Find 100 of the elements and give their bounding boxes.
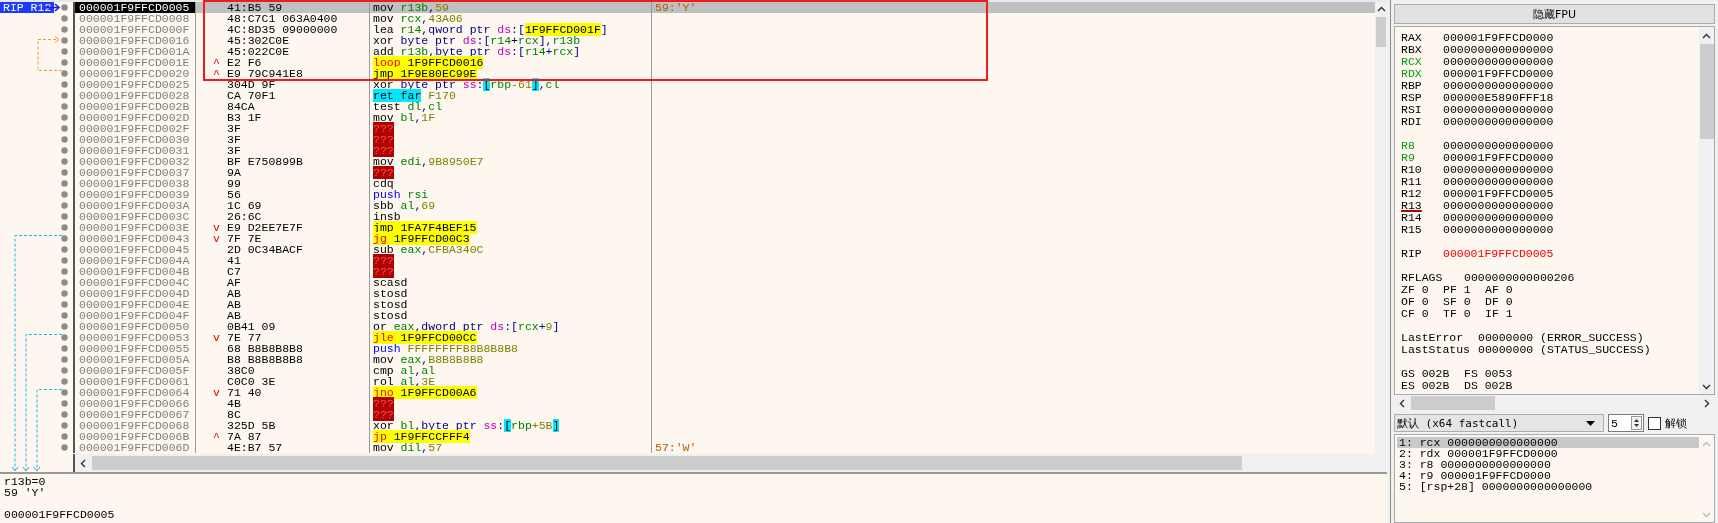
address-cell[interactable]: 000001F9FFCD0043 [75, 233, 195, 244]
address-cell[interactable]: 000001F9FFCD006B [75, 431, 195, 442]
address-cell[interactable]: 000001F9FFCD0005 [75, 2, 195, 13]
address-cell[interactable]: 000001F9FFCD004F [75, 310, 195, 321]
register-value[interactable]: 0000000000000000 [1443, 224, 1554, 236]
vertical-scrollbar[interactable] [1699, 27, 1714, 394]
breakpoint-dot-icon[interactable] [61, 301, 68, 308]
argument-row[interactable]: 3: r8 0000000000000000 [1397, 459, 1699, 470]
breakpoint-dot-icon[interactable] [61, 257, 68, 264]
breakpoint-dot-icon[interactable] [61, 411, 68, 418]
argument-row[interactable]: 4: r9 000001F9FFCD0000 [1397, 470, 1699, 481]
argument-count-spinner[interactable]: 5 [1608, 414, 1644, 432]
address-cell[interactable]: 000001F9FFCD004C [75, 277, 195, 288]
register-value[interactable]: 000001F9FFCD0005 [1443, 188, 1554, 200]
scroll-right-icon[interactable] [1704, 398, 1710, 408]
breakpoint-dot-icon[interactable] [61, 433, 68, 440]
register-value[interactable]: 0000000000000000 [1443, 104, 1554, 116]
register-value[interactable]: 0000000000000000 [1443, 200, 1554, 212]
spinner-arrows-icon[interactable] [1631, 416, 1642, 430]
breakpoint-dot-icon[interactable] [61, 81, 68, 88]
argument-row[interactable]: 1: rcx 0000000000000000 [1397, 437, 1699, 448]
breakpoint-dot-icon[interactable] [61, 279, 68, 286]
register-value[interactable]: 0000000000000000 [1443, 56, 1554, 68]
scroll-left-icon[interactable] [1399, 398, 1405, 408]
segment-register[interactable]: DS 002B [1464, 380, 1527, 392]
address-cell[interactable]: 000001F9FFCD0032 [75, 156, 195, 167]
breakpoint-dot-icon[interactable] [61, 400, 68, 407]
breakpoint-dot-icon[interactable] [61, 103, 68, 110]
register-value[interactable]: 0000000000000206 [1464, 272, 1575, 284]
scroll-thumb[interactable] [1699, 44, 1714, 139]
flag-value[interactable]: OF 0 [1401, 296, 1443, 308]
breakpoint-dot-icon[interactable] [61, 147, 68, 154]
flag-value[interactable]: PF 1 [1443, 284, 1485, 296]
breakpoint-dot-icon[interactable] [61, 345, 68, 352]
breakpoint-dot-icon[interactable] [61, 37, 68, 44]
hide-fpu-button[interactable]: 隐藏FPU [1394, 4, 1715, 24]
flag-value[interactable]: DF 0 [1485, 296, 1527, 308]
register-value[interactable]: 0000000000000000 [1443, 44, 1554, 56]
breakpoint-dot-icon[interactable] [61, 290, 68, 297]
address-cell[interactable]: 000001F9FFCD004B [75, 266, 195, 277]
address-cell[interactable]: 000001F9FFCD003C [75, 211, 195, 222]
segment-register[interactable]: GS 002B [1401, 368, 1464, 380]
breakpoint-dot-icon[interactable] [61, 334, 68, 341]
unlock-label[interactable]: 解锁 [1665, 415, 1687, 431]
register-value[interactable]: 000001F9FFCD0000 [1443, 68, 1554, 80]
breakpoint-dot-icon[interactable] [61, 59, 68, 66]
address-cell[interactable]: 000001F9FFCD0061 [75, 376, 195, 387]
address-cell[interactable]: 000001F9FFCD0068 [75, 420, 195, 431]
address-cell[interactable]: 000001F9FFCD002F [75, 123, 195, 134]
flag-value[interactable]: ZF 0 [1401, 284, 1443, 296]
breakpoint-dot-icon[interactable] [61, 444, 68, 451]
breakpoint-dot-icon[interactable] [61, 169, 68, 176]
breakpoint-dot-icon[interactable] [61, 158, 68, 165]
address-cell[interactable]: 000001F9FFCD0020 [75, 68, 195, 79]
address-cell[interactable]: 000001F9FFCD003E [75, 222, 195, 233]
address-cell[interactable]: 000001F9FFCD0050 [75, 321, 195, 332]
address-cell[interactable]: 000001F9FFCD0045 [75, 244, 195, 255]
unlock-checkbox[interactable] [1648, 416, 1661, 430]
breakpoint-dot-icon[interactable] [61, 268, 68, 275]
breakpoint-dot-icon[interactable] [61, 125, 68, 132]
breakpoint-dot-icon[interactable] [61, 224, 68, 231]
breakpoint-dot-icon[interactable] [61, 356, 68, 363]
address-cell[interactable]: 000001F9FFCD005A [75, 354, 195, 365]
address-cell[interactable]: 000001F9FFCD0039 [75, 189, 195, 200]
register-value[interactable]: 000001F9FFCD0005 [1443, 248, 1554, 260]
address-cell[interactable]: 000001F9FFCD0028 [75, 90, 195, 101]
flag-value[interactable]: SF 0 [1443, 296, 1485, 308]
breakpoint-dot-icon[interactable] [61, 323, 68, 330]
flag-value[interactable]: IF 1 [1485, 308, 1527, 320]
breakpoint-dot-icon[interactable] [61, 312, 68, 319]
breakpoint-dot-icon[interactable] [61, 213, 68, 220]
register-value[interactable]: 000001F9FFCD0000 [1443, 152, 1554, 164]
scroll-down-icon[interactable] [1702, 384, 1711, 390]
register-value[interactable]: 0000000000000000 [1443, 116, 1554, 128]
argument-row[interactable]: 5: [rsp+28] 0000000000000000 [1397, 481, 1699, 492]
flag-value[interactable]: TF 0 [1443, 308, 1485, 320]
address-cell[interactable]: 000001F9FFCD002D [75, 112, 195, 123]
breakpoint-dot-icon[interactable] [61, 378, 68, 385]
scroll-thumb[interactable] [1376, 17, 1386, 47]
register-value[interactable]: 000001F9FFCD0000 [1443, 32, 1554, 44]
breakpoint-dot-icon[interactable] [61, 235, 68, 242]
register-value[interactable]: 000000E5890FFF18 [1443, 92, 1554, 104]
breakpoint-dot-icon[interactable] [61, 246, 68, 253]
address-cell[interactable]: 000001F9FFCD001E [75, 57, 195, 68]
address-cell[interactable]: 000001F9FFCD001A [75, 46, 195, 57]
register-value[interactable]: 0000000000000000 [1443, 164, 1554, 176]
address-cell[interactable]: 000001F9FFCD002B [75, 101, 195, 112]
scroll-thumb[interactable] [92, 456, 1242, 470]
breakpoint-dot-icon[interactable] [61, 26, 68, 33]
breakpoint-dot-icon[interactable] [61, 15, 68, 22]
scroll-up-icon[interactable] [1702, 33, 1711, 39]
breakpoint-dot-icon[interactable] [61, 180, 68, 187]
breakpoint-dot-icon[interactable] [61, 48, 68, 55]
address-cell[interactable]: 000001F9FFCD0066 [75, 398, 195, 409]
calling-convention-dropdown[interactable]: 默认 (x64 fastcall) [1394, 414, 1604, 432]
address-cell[interactable]: 000001F9FFCD0016 [75, 35, 195, 46]
address-cell[interactable]: 000001F9FFCD003A [75, 200, 195, 211]
flag-value[interactable]: AF 0 [1485, 284, 1527, 296]
address-cell[interactable]: 000001F9FFCD0055 [75, 343, 195, 354]
breakpoint-dot-icon[interactable] [61, 114, 68, 121]
